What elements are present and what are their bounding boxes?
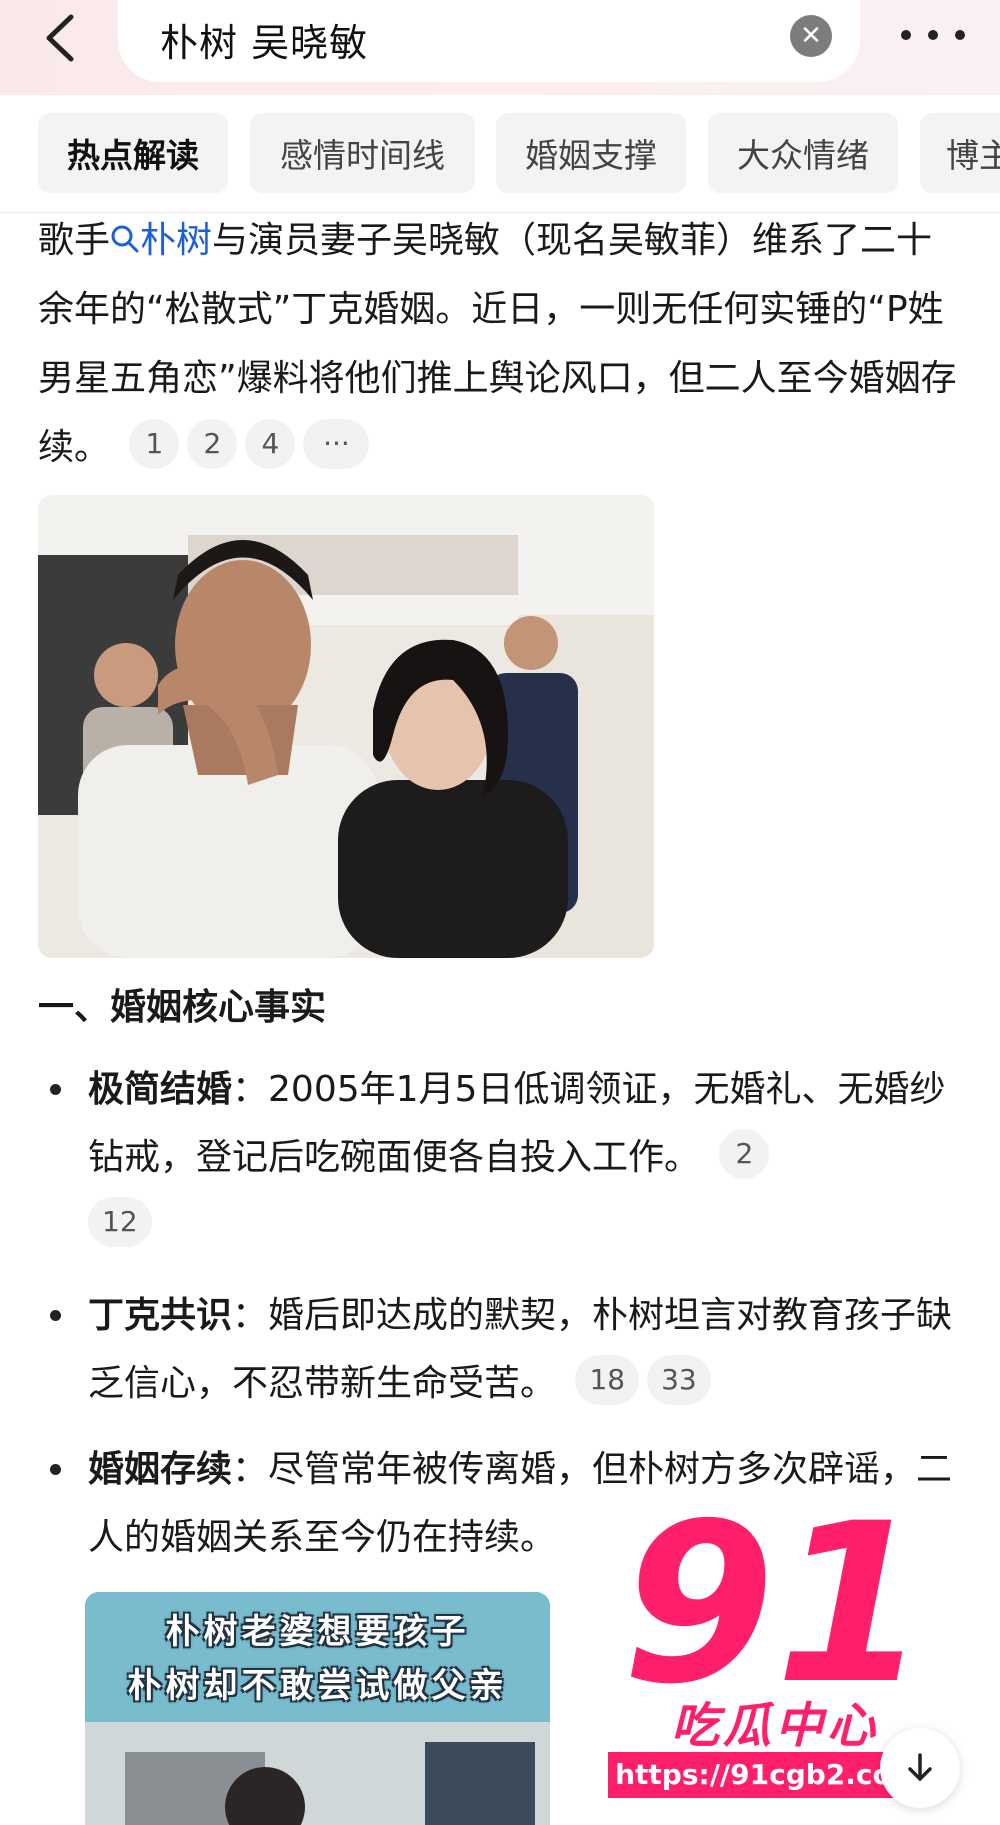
close-icon[interactable]: ✕ <box>790 15 832 57</box>
more-dots-icon[interactable] <box>893 10 973 60</box>
article-image[interactable]: 朴树老婆想要孩子 朴树却不敢尝试做父亲 <box>85 1592 550 1825</box>
bullet-dot <box>50 1310 61 1321</box>
search-box[interactable]: 朴树 吴晓敏 ✕ <box>118 0 860 82</box>
citation-badge[interactable]: 12 <box>88 1197 152 1247</box>
tab-relationship-timeline[interactable]: 感情时间线 <box>250 113 475 193</box>
bullet-title: 婚姻存续 <box>88 1449 233 1490</box>
search-query[interactable]: 朴树 吴晓敏 <box>160 12 368 67</box>
citation-badge[interactable]: 2 <box>187 419 238 469</box>
arrow-down-icon <box>908 1753 932 1781</box>
chevron-left-icon <box>46 14 74 62</box>
citation-badge[interactable]: 18 <box>575 1355 640 1405</box>
svg-text:吃瓜中心: 吃瓜中心 <box>671 1698 879 1754</box>
bullet-title: 极简结婚 <box>88 1069 233 1110</box>
image-caption-line2: 朴树却不敢尝试做父亲 <box>127 1666 508 1706</box>
bullet-dot <box>50 1464 61 1475</box>
scroll-down-button[interactable] <box>880 1728 960 1808</box>
image-caption-line1: 朴树老婆想要孩子 <box>165 1612 470 1652</box>
search-icon <box>111 225 139 253</box>
citation-badge[interactable]: 4 <box>245 419 296 469</box>
couple-photo[interactable] <box>38 495 654 958</box>
list-item: 极简结婚：2005年1月5日低调领证，无婚礼、无婚纱钻戒，登记后吃碗面便各自投入… <box>50 1056 965 1260</box>
svg-text:https://91cgb2.com: https://91cgb2.com <box>615 1758 921 1791</box>
citation-badge[interactable]: 2 <box>719 1129 770 1179</box>
bullet-title: 丁克共识 <box>88 1295 233 1336</box>
top-bar: 朴树 吴晓敏 ✕ <box>0 0 1000 95</box>
intro-paragraph: 歌手 朴树与演员妻子吴晓敏（现名吴敏菲）维系了二十余年的“松散式”丁克婚姻。近日，… <box>38 206 968 482</box>
bullet-dot <box>50 1084 61 1095</box>
tab-marriage-support[interactable]: 婚姻支撑 <box>496 113 686 193</box>
link-text[interactable]: 朴树 <box>140 220 212 261</box>
citation-more-badge[interactable]: ··· <box>303 419 370 469</box>
intro-prefix: 歌手 <box>38 220 111 261</box>
citation-badge[interactable]: 33 <box>647 1355 711 1405</box>
section-heading: 一、婚姻核心事实 <box>38 987 327 1028</box>
back-button[interactable] <box>30 8 90 68</box>
tab-blogger[interactable]: 博主 <box>920 113 1000 193</box>
couple-photo-image <box>38 495 654 958</box>
tab-hot-interpretation[interactable]: 热点解读 <box>38 113 228 193</box>
search-link[interactable]: 朴树 <box>110 220 212 261</box>
citation-badge[interactable]: 1 <box>129 419 180 469</box>
svg-text:91: 91 <box>622 1480 928 1732</box>
tab-public-sentiment[interactable]: 大众情绪 <box>708 113 898 193</box>
list-item: 丁克共识：婚后即达成的默契，朴树坦言对教育孩子缺乏信心，不忍带新生命受苦。 18… <box>50 1282 965 1418</box>
topic-tabs: 热点解读 感情时间线 婚姻支撑 大众情绪 博主 <box>0 95 1000 213</box>
